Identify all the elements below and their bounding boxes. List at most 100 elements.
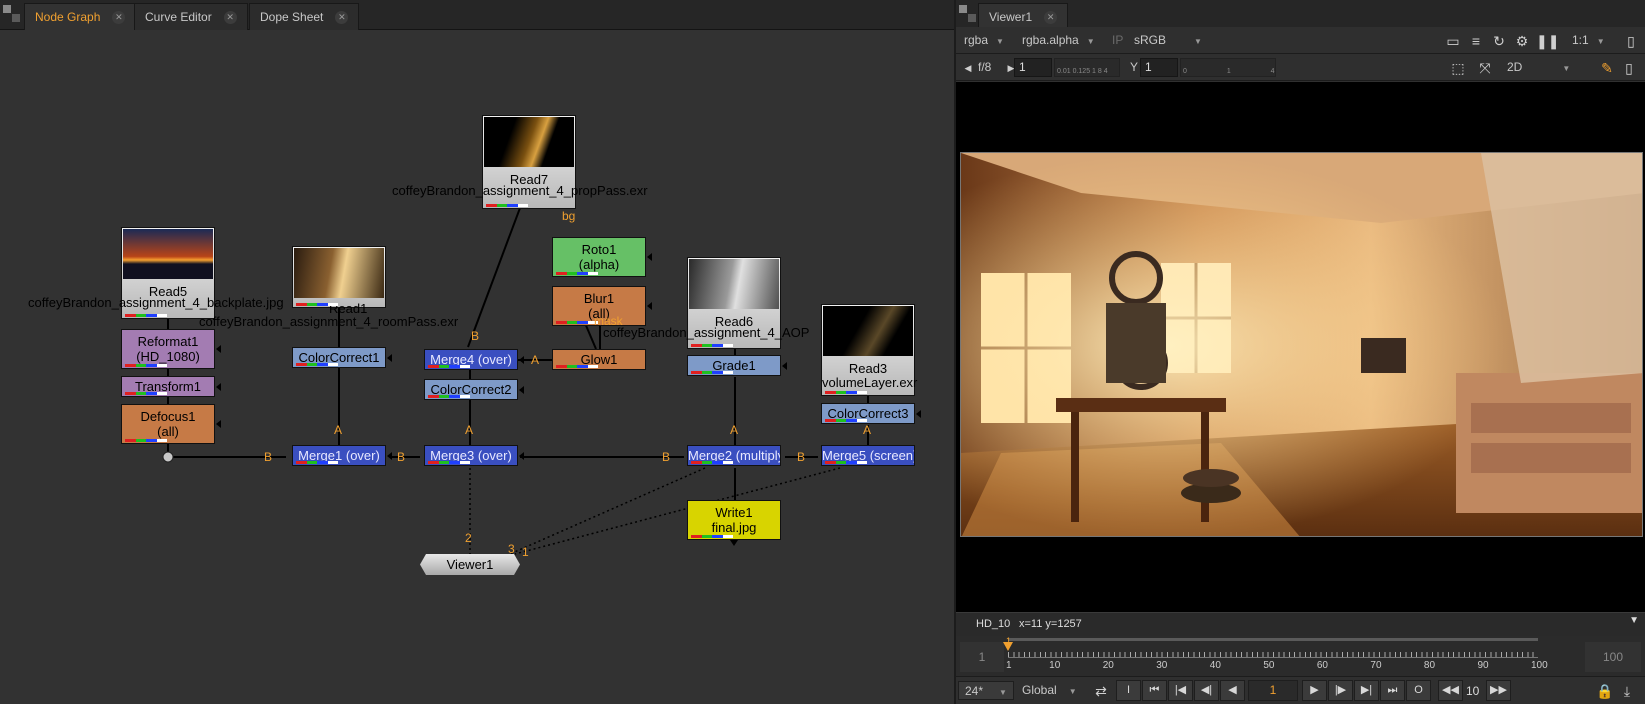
next-keyframe-button[interactable]: ▶| [1354, 680, 1379, 701]
pin-label-b: B [797, 450, 806, 464]
scope-dropdown[interactable]: Global ▼ [1016, 681, 1080, 700]
pin-label-2: 2 [465, 531, 472, 545]
gamma-slider-ticks: 0 1 4 [1183, 68, 1275, 75]
tab-label: Viewer1 [989, 10, 1033, 24]
play-forward-button[interactable]: ▶ [1302, 680, 1327, 701]
eyedropper-icon[interactable]: ✎ [1598, 59, 1616, 77]
node-merge4[interactable]: Merge4 (over) [424, 349, 524, 370]
settings-icon[interactable]: ⚙ [1513, 32, 1531, 50]
lock-icon[interactable]: 🔒 [1596, 682, 1614, 700]
node-colorcorrect3[interactable]: ColorCorrect3 [821, 403, 921, 424]
alpha-channel-dropdown[interactable]: rgba.alpha ▼ [1016, 31, 1101, 50]
view-mode-dropdown[interactable]: 2D ▼ [1501, 58, 1576, 77]
node-label: Blur1 [583, 291, 615, 306]
pane-menu-icon[interactable] [959, 5, 976, 22]
pause-icon[interactable]: ❚❚ [1536, 32, 1559, 50]
step-increment[interactable]: 10 [1466, 684, 1479, 698]
chevron-down-icon: ▼ [999, 688, 1007, 697]
node-sublabel: final.jpg [711, 520, 757, 535]
viewer-canvas[interactable] [956, 82, 1645, 612]
close-icon[interactable]: ✕ [1044, 11, 1058, 25]
zoom-value: 1:1 [1572, 33, 1589, 47]
node-merge2[interactable]: Merge2 (multiply) [687, 445, 781, 466]
viewer-pane: Viewer1 ✕ rgba ▼ rgba.alpha ▼ IP sRGB ▼ ▭ ≡ … [956, 0, 1645, 704]
go-to-start-button[interactable]: ⏮ [1142, 680, 1167, 701]
node-sublabel: (alpha) [578, 257, 620, 272]
node-transform1[interactable]: Transform1 [121, 376, 221, 397]
fstop-label[interactable]: f/8 [972, 58, 997, 77]
gain-input[interactable]: 1 [1014, 58, 1052, 77]
node-graph-canvas[interactable]: Read5 coffeyBrandon_assignment_4_backpla… [0, 31, 954, 704]
set-in-button[interactable]: I [1116, 680, 1141, 701]
maximize-icon[interactable]: ▯ [1622, 32, 1640, 50]
node-graph-pane: Node Graph ✕ Curve Editor ✕ Dope Sheet ✕ [0, 0, 954, 704]
dot-node [162, 451, 174, 463]
pane-menu-icon[interactable] [3, 5, 20, 22]
fps-dropdown[interactable]: 24* ▼ [958, 681, 1014, 700]
gain-slider[interactable]: 0.01 0.125 1 8 4 [1054, 58, 1120, 77]
node-colorcorrect1[interactable]: ColorCorrect1 [292, 347, 392, 368]
node-label: Write1 [715, 505, 753, 520]
refresh-icon[interactable]: ↻ [1490, 32, 1508, 50]
chevron-down-icon: ▼ [1068, 687, 1077, 696]
node-reformat1[interactable]: Reformat1 (HD_1080) [121, 329, 221, 369]
list-icon[interactable]: ≡ [1467, 32, 1485, 50]
roi-icon[interactable]: ⬚ [1449, 59, 1467, 77]
current-frame-input[interactable]: 1 [1248, 680, 1298, 701]
gamma-slider[interactable]: 0 1 4 [1180, 58, 1276, 77]
read1-filename: coffeyBrandon_assignment_4_roomPass.exr [199, 314, 459, 329]
chevron-down-icon: ▼ [1596, 37, 1605, 46]
node-merge5[interactable]: Merge5 (screen) [821, 445, 915, 466]
timeline-end-frame[interactable]: 100 [1585, 642, 1641, 672]
lut-dropdown[interactable]: sRGB ▼ [1128, 31, 1208, 50]
gamma-input[interactable]: 1 [1140, 58, 1178, 77]
timeline-tick-label: 30 [1156, 660, 1168, 671]
node-glow1[interactable]: Glow1 [552, 349, 646, 370]
node-merge1[interactable]: Merge1 (over) [292, 445, 392, 466]
viewer-image [960, 152, 1643, 537]
close-icon[interactable]: ✕ [223, 11, 237, 25]
close-icon[interactable]: ✕ [335, 11, 349, 25]
step-forward-button[interactable]: ▶▶ [1486, 680, 1511, 701]
playhead-frame: 1 [1006, 636, 1012, 646]
node-read3[interactable]: Read3 volumeLayer.exr [821, 304, 917, 396]
node-roto1[interactable]: Roto1 (alpha) [552, 237, 652, 277]
node-viewer1[interactable]: Viewer1 [420, 554, 520, 575]
node-label: Defocus1 [140, 409, 196, 424]
go-to-end-button[interactable]: ⏭ [1380, 680, 1405, 701]
step-back-button[interactable]: ◀◀ [1438, 680, 1463, 701]
node-write1[interactable]: Write1 final.jpg [687, 500, 781, 546]
prev-keyframe-button[interactable]: |◀ [1168, 680, 1193, 701]
chevron-down-icon[interactable]: ▼ [1629, 615, 1639, 626]
play-backward-button[interactable]: ◀ [1220, 680, 1245, 701]
wipe-icon[interactable]: ▭ [1444, 32, 1462, 50]
tab-node-graph[interactable]: Node Graph ✕ [24, 3, 137, 30]
input-process-toggle[interactable]: IP [1106, 31, 1129, 50]
timeline-ruler[interactable]: 1 10 20 30 40 50 60 70 80 90 100 1 [1003, 636, 1548, 674]
prev-frame-button[interactable]: ◀| [1194, 680, 1219, 701]
transform-handle-icon[interactable]: ⤧ [1476, 59, 1494, 77]
set-out-button[interactable]: O [1406, 680, 1431, 701]
node-colorcorrect2[interactable]: ColorCorrect2 [424, 379, 524, 400]
viewer-toolbar-bottom: ◀ f/8 ▶ 1 0.01 0.125 1 8 4 Y 1 0 1 4 ⬚ ⤧… [956, 54, 1645, 81]
pin-label-b: B [662, 450, 671, 464]
tab-viewer1[interactable]: Viewer1 ✕ [978, 3, 1069, 30]
node-merge3[interactable]: Merge3 (over) [424, 445, 524, 466]
channels-dropdown[interactable]: rgba ▼ [958, 31, 1010, 50]
node-grade1[interactable]: Grade1 [687, 355, 787, 376]
tab-dope-sheet[interactable]: Dope Sheet ✕ [249, 3, 360, 30]
node-defocus1[interactable]: Defocus1 (all) [121, 404, 221, 444]
timeline-tick-label: 80 [1423, 660, 1436, 671]
loop-icon[interactable]: ⇄ [1092, 682, 1110, 700]
tab-curve-editor[interactable]: Curve Editor ✕ [134, 3, 248, 30]
audio-icon[interactable]: ⤓ [1618, 682, 1636, 700]
timeline-start-frame[interactable]: 1 [960, 642, 1004, 672]
maximize-icon[interactable]: ▯ [1620, 59, 1638, 77]
node-label: Read3 [848, 361, 888, 376]
timeline-tick-label: 60 [1316, 660, 1328, 671]
node-read1[interactable]: Read1 [292, 246, 386, 316]
zoom-dropdown[interactable]: 1:1 ▼ [1566, 31, 1611, 50]
next-frame-button[interactable]: |▶ [1328, 680, 1353, 701]
close-icon[interactable]: ✕ [112, 11, 126, 25]
node-graph-tabbar: Node Graph ✕ Curve Editor ✕ Dope Sheet ✕ [0, 0, 954, 30]
